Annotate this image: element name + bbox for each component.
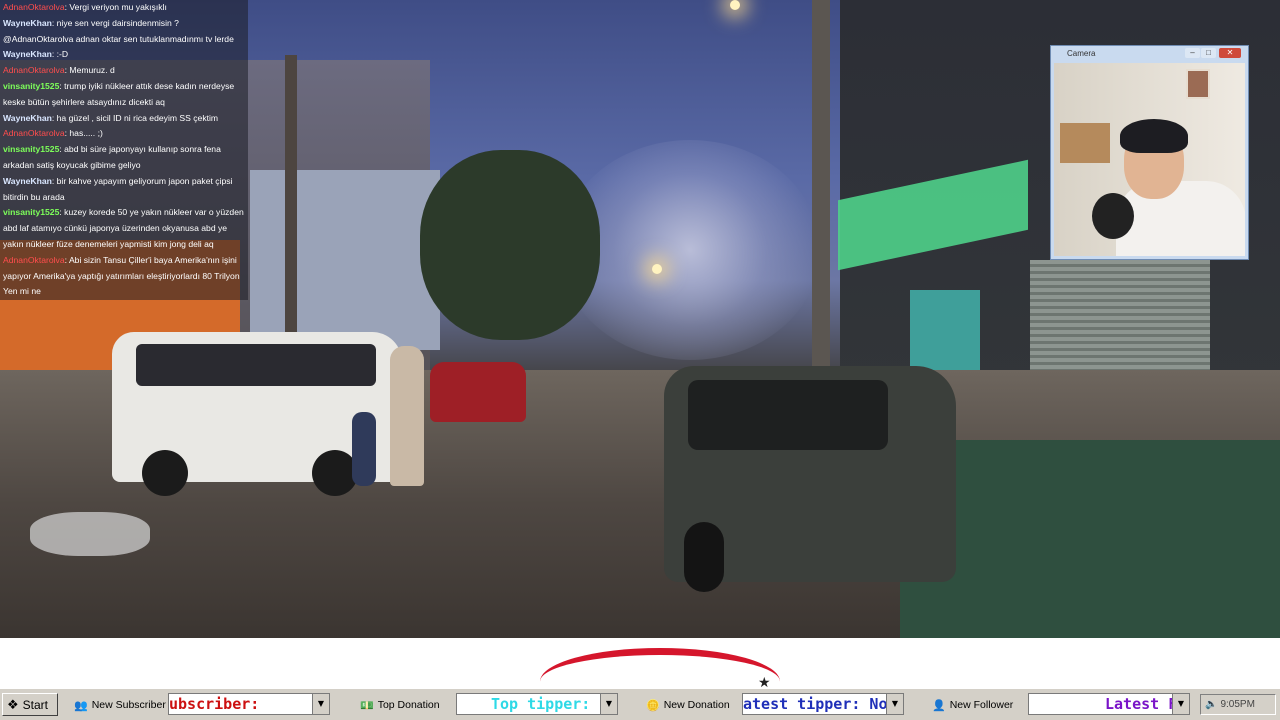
windows-logo-icon: ❖ <box>7 696 19 712</box>
chat-username[interactable]: AdnanOktarolva <box>3 2 65 12</box>
start-label: Start <box>22 697 48 712</box>
camera-window[interactable]: Camera – □ ✕ <box>1050 45 1249 260</box>
pedestrian <box>390 346 424 486</box>
chat-message: WayneKhan: ha güzel , sicil ID ni rica e… <box>3 112 219 123</box>
coins-icon: 🪙 <box>646 699 660 712</box>
top-tipper-ticker[interactable]: Top tipper: N ▼ <box>456 693 618 715</box>
chevron-down-icon[interactable]: ▼ <box>886 694 903 714</box>
chat-username[interactable]: vinsanity1525 <box>3 81 59 91</box>
child-pedestrian <box>352 412 376 486</box>
chat-message: vinsanity1525: abd bi süre japonyayı kul… <box>3 144 221 170</box>
taskbar-label: New Donation <box>663 699 730 711</box>
chat-message: AdnanOktarolva: Memuruz. d <box>3 65 115 76</box>
taskbar: ❖ Start 👥 New Subscriber ubscriber: ▼ 💵 … <box>0 688 1280 720</box>
chat-message: vinsanity1525: trump iyiki nükleer attık… <box>3 80 235 107</box>
ticker-text: Top tipper: N <box>491 695 609 713</box>
taskbar-top-donation[interactable]: 💵 Top Donation <box>360 695 440 715</box>
camera-title: Camera <box>1067 49 1096 58</box>
chat-text: @AdnanOktarolva adnan oktar sen tutuklan… <box>3 33 234 44</box>
chat-message: WayneKhan: bir kahve yapayım geliyorum j… <box>3 175 233 202</box>
chat-message: WayneKhan: :-D <box>3 49 69 60</box>
start-button[interactable]: ❖ Start <box>2 693 58 716</box>
clock: 9:05PM <box>1220 699 1255 710</box>
person-icon: 👤 <box>932 699 946 712</box>
dark-sedan <box>664 366 956 592</box>
people-icon: 👥 <box>74 699 88 712</box>
sidewalk-right <box>900 440 1280 638</box>
latest-follower-ticker[interactable]: Latest F ▼ <box>1028 693 1190 715</box>
chat-text: has..... ;) <box>69 128 103 139</box>
chat-username[interactable]: WayneKhan <box>3 49 52 59</box>
chat-username[interactable]: vinsanity1525 <box>3 207 59 217</box>
chat-text: niye sen vergi dairsindenmisin ? <box>56 17 179 28</box>
minimize-button[interactable]: – <box>1185 48 1200 58</box>
taskbar-new-donation[interactable]: 🪙 New Donation <box>646 695 730 715</box>
chat-username[interactable]: AdnanOktarolva <box>3 128 65 138</box>
taskbar-new-subscriber[interactable]: 👥 New Subscriber <box>74 695 166 715</box>
chat-message: vinsanity1525: kuzey korede 50 ye yakın … <box>3 207 244 249</box>
picture-frame <box>1186 69 1210 99</box>
ticker-text: atest tipper: No <box>743 695 888 713</box>
maximize-button[interactable]: □ <box>1201 48 1216 58</box>
chevron-down-icon[interactable]: ▼ <box>312 694 329 714</box>
tree <box>420 150 600 340</box>
chat-message: @AdnanOktarolva adnan oktar sen tutuklan… <box>3 32 245 48</box>
chevron-down-icon[interactable]: ▼ <box>600 694 617 714</box>
utility-pole <box>812 0 830 380</box>
chat-message: AdnanOktarolva: has..... ;) <box>3 128 103 139</box>
red-car <box>430 362 526 422</box>
chat-username[interactable]: WayneKhan <box>3 176 52 186</box>
ticker-text: Latest F <box>1105 695 1178 713</box>
taskbar-label: New Subscriber <box>91 699 166 711</box>
chat-text: :-D <box>56 49 69 60</box>
taskbar-label: Top Donation <box>377 699 440 711</box>
utility-pole-left <box>285 55 297 335</box>
chat-username[interactable]: AdnanOktarolva <box>3 255 65 265</box>
speaker-icon[interactable]: 🔈 <box>1205 699 1217 710</box>
webcam-feed <box>1054 63 1245 256</box>
taskbar-new-follower[interactable]: 👤 New Follower <box>932 695 1013 715</box>
subscriber-ticker[interactable]: ubscriber: ▼ <box>168 693 330 715</box>
chat-message: AdnanOktarolva: Abi sizin Tansu Çiller'i… <box>3 254 240 297</box>
system-tray[interactable]: 🔈 9:05PM <box>1200 694 1276 715</box>
building-left-blue <box>250 170 440 350</box>
chat-text: Vergi veriyon mu yakışıklı <box>69 2 167 12</box>
taskbar-label: New Follower <box>949 699 1014 711</box>
chat-username[interactable]: AdnanOktarolva <box>3 65 65 75</box>
boxes <box>1060 123 1110 163</box>
camera-titlebar[interactable]: Camera – □ ✕ <box>1051 46 1248 62</box>
chat-message: AdnanOktarolva: Vergi veriyon mu yakışık… <box>3 2 167 12</box>
money-icon: 💵 <box>360 699 374 712</box>
microphone <box>1092 193 1134 239</box>
chat-username[interactable]: WayneKhan <box>3 113 52 123</box>
ticker-text: ubscriber: <box>169 695 260 713</box>
latest-tipper-ticker[interactable]: atest tipper: No ▼ <box>742 693 904 715</box>
close-button[interactable]: ✕ <box>1219 48 1241 58</box>
chevron-down-icon[interactable]: ▼ <box>1172 694 1189 714</box>
chat-text: ha güzel , sicil ID ni rica edeyim SS çe… <box>56 112 219 123</box>
street-lamp <box>730 0 740 10</box>
street-lamp <box>652 264 662 274</box>
chat-overlay: AdnanOktarolva: Vergi veriyon mu yakışık… <box>0 0 248 301</box>
chat-text: Memuruz. d <box>69 65 115 76</box>
chat-message: WayneKhan: niye sen vergi dairsindenmisi… <box>3 17 179 28</box>
streamer-hair <box>1120 119 1188 153</box>
chat-username[interactable]: vinsanity1525 <box>3 144 59 154</box>
trash-bags <box>30 512 150 556</box>
chat-username[interactable]: WayneKhan <box>3 18 52 28</box>
